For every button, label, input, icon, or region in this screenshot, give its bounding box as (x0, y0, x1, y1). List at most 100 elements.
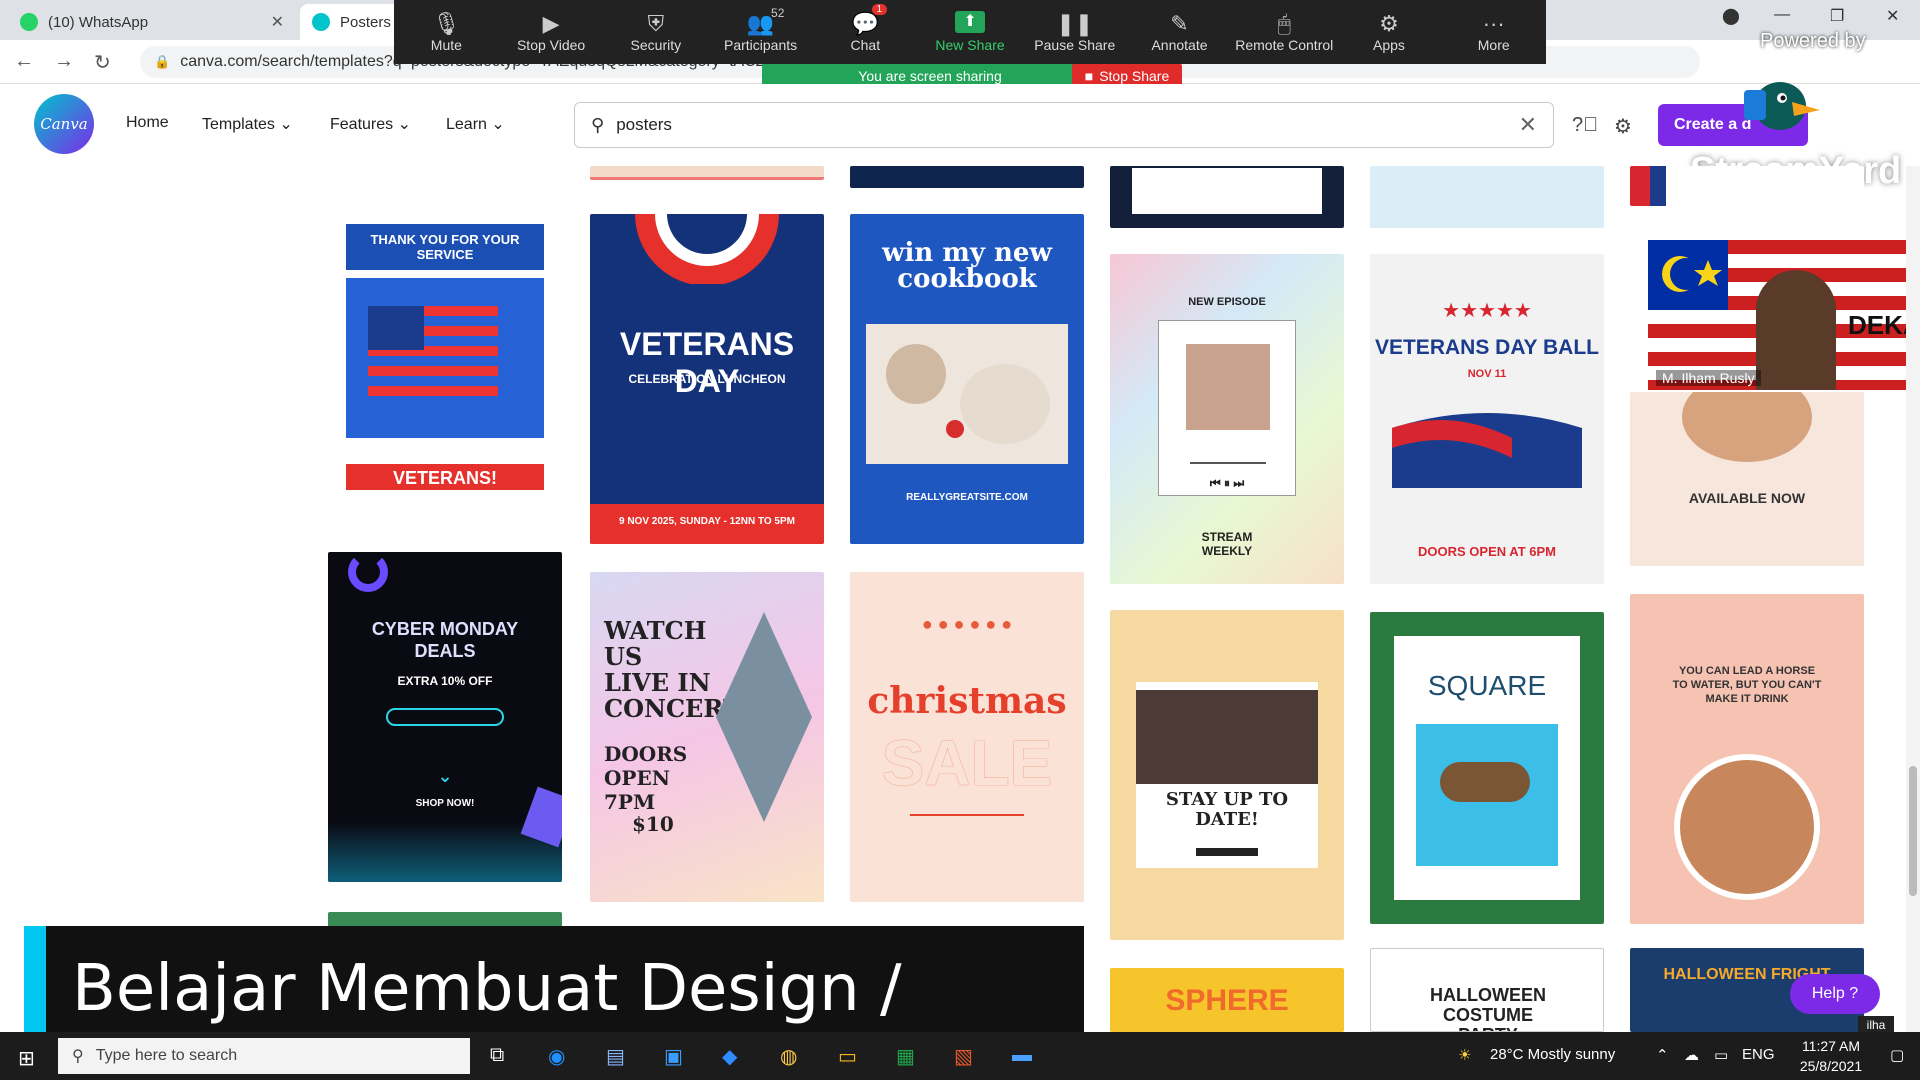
template-card-cyber-monday[interactable]: CYBER MONDAY DEALS EXTRA 10% OFF ⌄ SHOP … (328, 552, 562, 882)
nav-templates[interactable]: Templates ⌄ (202, 114, 293, 134)
pencil-icon: ✎ (1170, 11, 1189, 36)
video-camera-icon: ▶ (542, 11, 560, 36)
webcam-overlay: DEKA M. Ilham Rusly (1646, 238, 1918, 392)
window-close-icon[interactable]: ✕ (1886, 6, 1899, 26)
mute-button[interactable]: 🎙 Mute (394, 0, 499, 64)
chevron-down-icon: ⌄ (279, 116, 293, 133)
weather-text[interactable]: 28°C Mostly sunny (1490, 1046, 1615, 1063)
template-card-halloween-party[interactable]: HALLOWEEN COSTUME PARTY (1370, 948, 1604, 1032)
search-icon: ⚲ (72, 1048, 84, 1065)
template-card-thank-you[interactable]: THANK YOU FOR YOUR SERVICE VETERANS! (328, 206, 562, 516)
template-card[interactable] (850, 166, 1084, 188)
search-value: posters (616, 115, 672, 134)
pause-icon: ❚❚ (1056, 11, 1094, 36)
cloud-icon[interactable]: ☁ (1684, 1046, 1699, 1064)
task-view-icon[interactable]: ⧉ (490, 1044, 504, 1067)
chat-bubble-icon: 💬 (851, 11, 879, 36)
template-card-veterans-ball[interactable]: ★★★★★ VETERANS DAY BALL NOV 11 DOORS OPE… (1370, 254, 1604, 584)
canva-favicon-icon (312, 13, 330, 31)
network-icon[interactable]: ▭ (1714, 1046, 1728, 1064)
help-circle-icon[interactable]: ?⃝ (1572, 114, 1598, 137)
template-card-concert[interactable]: WATCH US LIVE IN CONCERT DOORS OPEN 7PM … (590, 572, 824, 902)
chevron-down-icon: ⌄ (491, 116, 505, 133)
close-icon[interactable]: ✕ (271, 12, 284, 32)
template-card-veterans-day[interactable]: VETERANS DAY CELEBRATION LUNCHEON 9 NOV … (590, 214, 824, 544)
template-card-square[interactable]: SQUARE (1370, 612, 1604, 924)
ellipsis-icon: ··· (1482, 11, 1505, 36)
template-card[interactable] (1370, 166, 1604, 228)
excel-icon[interactable]: ▦ (896, 1044, 915, 1069)
profile-icon[interactable]: ⬤ (1722, 6, 1740, 26)
folder-icon[interactable]: ▭ (838, 1044, 857, 1069)
forward-icon[interactable]: → (54, 50, 74, 73)
back-icon[interactable]: ← (14, 50, 34, 73)
search-input[interactable]: ⚲ posters ✕ (574, 102, 1554, 148)
file-explorer-icon[interactable]: ▤ (606, 1044, 625, 1069)
canva-logo[interactable]: Canva (34, 94, 94, 154)
taskbar-search[interactable]: ⚲ Type here to search (58, 1038, 470, 1074)
weather-sun-icon: ☀ (1458, 1047, 1472, 1064)
flag-image (1392, 413, 1582, 488)
apps-button[interactable]: ⚙ Apps (1337, 0, 1442, 64)
participants-button[interactable]: 👥 52 Participants (708, 0, 813, 64)
chevron-down-icon: ⌄ (397, 116, 411, 133)
language-indicator[interactable]: ENG (1742, 1046, 1775, 1063)
chat-button[interactable]: 💬 1 Chat (813, 0, 918, 64)
tab-whatsapp[interactable]: (10) WhatsApp ✕ (8, 4, 296, 40)
chrome-icon[interactable]: ◍ (780, 1044, 797, 1069)
lock-icon: 🔒 (154, 54, 171, 69)
template-card-stay-up-to-date[interactable]: STAY UP TO DATE! (1110, 610, 1344, 940)
template-card-available-now[interactable]: AVAILABLE NOW (1630, 392, 1864, 566)
scroll-thumb[interactable] (1909, 766, 1917, 896)
nav-learn[interactable]: Learn ⌄ (446, 114, 505, 134)
share-arrow-icon: ⬆ (955, 11, 986, 33)
whatsapp-icon (20, 13, 38, 31)
participant-count: 52 (771, 6, 785, 20)
clear-search-icon[interactable]: ✕ (1519, 112, 1537, 138)
search-icon: ⚲ (591, 114, 605, 135)
playback-controls-icon: ⏮ ⏸ ⏭ (1209, 476, 1245, 490)
stop-video-button[interactable]: ▶ Stop Video (499, 0, 604, 64)
gear-icon[interactable]: ⚙ (1614, 114, 1632, 139)
notification-icon[interactable]: ▢ (1890, 1046, 1904, 1064)
microphone-icon: 🎙 (432, 11, 461, 36)
taskbar-clock[interactable]: 11:27 AM 25/8/2021 (1786, 1036, 1876, 1076)
app-icon[interactable]: ▬ (1012, 1044, 1032, 1067)
template-card-horse-quote[interactable]: YOU CAN LEAD A HORSE TO WATER, BUT YOU C… (1630, 594, 1864, 924)
ornament-icon: ● ● ● ● ● ● (921, 614, 1013, 634)
security-button[interactable]: ⛨ Security (603, 0, 708, 64)
minimize-icon[interactable]: — (1774, 6, 1790, 24)
apps-icon: ⚙ (1379, 11, 1399, 36)
streamyard-powered-by: Powered by (1760, 30, 1866, 52)
app-icon[interactable]: ▣ (664, 1044, 683, 1069)
tray-chevron-icon[interactable]: ⌃ (1656, 1046, 1669, 1064)
new-share-button[interactable]: ⬆ New Share (918, 0, 1023, 64)
mouse-icon: 🖱 (1277, 11, 1291, 36)
windows-start-icon[interactable]: ⊞ (18, 1046, 35, 1071)
pause-share-button[interactable]: ❚❚ Pause Share (1022, 0, 1127, 64)
maximize-icon[interactable]: ❐ (1830, 6, 1844, 26)
canva-header: Canva Home Templates ⌄ Features ⌄ Learn … (0, 84, 1920, 166)
template-card[interactable] (590, 166, 824, 180)
powerpoint-icon[interactable]: ▧ (954, 1044, 973, 1069)
zoom-icon[interactable]: ◆ (722, 1044, 737, 1069)
template-card-new-episode[interactable]: NEW EPISODE ⏮ ⏸ ⏭ STREAM WEEKLY (1110, 254, 1344, 584)
template-card-sphere[interactable]: SPHERE (1110, 968, 1344, 1032)
template-card-christmas-sale[interactable]: ● ● ● ● ● ● christmas SALE (850, 572, 1084, 902)
remote-control-button[interactable]: 🖱 Remote Control (1232, 0, 1337, 64)
reload-icon[interactable]: ↻ (94, 50, 111, 75)
tab-label: Posters (340, 13, 391, 31)
shield-icon: ⛨ (647, 11, 665, 36)
edge-icon[interactable]: ◉ (548, 1044, 565, 1069)
nav-home[interactable]: Home (126, 114, 169, 132)
zoom-toolbar: 🎙 Mute ▶ Stop Video ⛨ Security 👥 52 Participa… (394, 0, 1546, 64)
tab-label: (10) WhatsApp (48, 13, 149, 31)
page-scrollbar[interactable] (1906, 166, 1920, 1032)
template-card[interactable] (1630, 166, 1864, 206)
annotate-button[interactable]: ✎ Annotate (1127, 0, 1232, 64)
more-button[interactable]: ··· More (1441, 0, 1546, 64)
template-card-cookbook[interactable]: win my new cookbook REALLYGREATSITE.COM (850, 214, 1084, 544)
help-button[interactable]: Help ? (1790, 974, 1880, 1014)
nav-features[interactable]: Features ⌄ (330, 114, 411, 134)
template-card[interactable] (1110, 166, 1344, 228)
